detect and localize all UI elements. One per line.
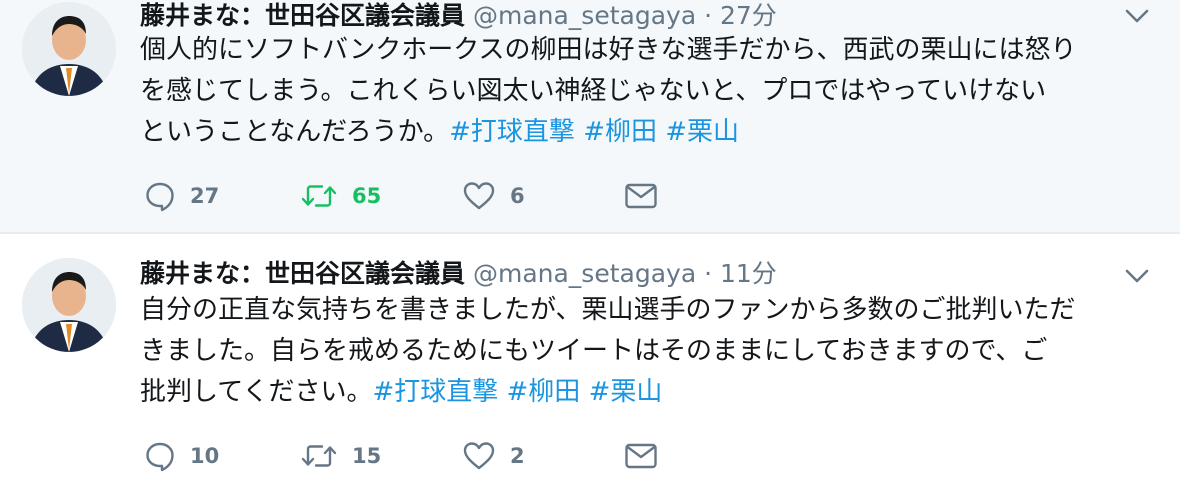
like-icon [462, 180, 496, 212]
tweet-text-line: 個人的にソフトバンクホークスの柳田は好きな選手だから、西武の栗山には怒り [140, 35, 1077, 65]
like-count: 6 [510, 184, 525, 208]
dm-icon [624, 182, 658, 210]
like-button[interactable]: 6 [462, 176, 525, 216]
hashtag-link[interactable]: #柳田 [583, 117, 657, 147]
like-icon [462, 440, 496, 472]
hashtag-link[interactable]: #栗山 [589, 377, 663, 407]
dm-button[interactable] [624, 436, 658, 476]
author-handle[interactable]: @mana_setagaya [473, 1, 696, 30]
timestamp[interactable]: 27分 [720, 1, 777, 30]
tweet-text-line: 自分の正直な気持ちを書きましたが、栗山選手のファンから多数のご批判いただ [140, 295, 1076, 325]
chevron-down-icon[interactable] [1124, 266, 1150, 286]
author-name[interactable]: 藤井まな：世田谷区議会議員 [140, 259, 465, 288]
timestamp[interactable]: 11分 [720, 259, 777, 288]
action-bar: 10 15 2 [140, 436, 700, 476]
tweet-text: 自分の正直な気持ちを書きましたが、栗山選手のファンから多数のご批判いただ きまし… [140, 290, 1150, 413]
reply-button[interactable]: 10 [144, 436, 219, 476]
retweet-count: 15 [352, 444, 382, 468]
avatar[interactable] [22, 2, 116, 96]
hashtag-link[interactable]: #柳田 [507, 377, 581, 407]
tweet-text-line: きました。自らを戒めるためにもツイートはそのままにしておきますので、ご [140, 336, 1048, 366]
tweet-text-line: を感じてしまう。これくらい図太い神経じゃないと、プロではやっていけない [140, 76, 1047, 106]
tweet-text-last: ということなんだろうか。 [140, 117, 450, 147]
hashtag-link[interactable]: #打球直撃 [372, 377, 498, 407]
chevron-down-icon[interactable] [1124, 6, 1150, 26]
hashtag-link[interactable]: #栗山 [665, 117, 739, 147]
dm-button[interactable] [624, 176, 658, 216]
hashtag-link[interactable]: #打球直撃 [449, 117, 575, 147]
retweet-icon [300, 440, 338, 472]
tweet-text-last: 批判してください。 [140, 377, 373, 407]
dm-icon [624, 442, 658, 470]
separator-dot: · [704, 1, 713, 30]
tweet-text-line: 批判してください。#打球直撃 #柳田 #栗山 [140, 372, 1150, 413]
like-count: 2 [510, 444, 525, 468]
avatar[interactable] [22, 258, 116, 352]
tweet-header: 藤井まな：世田谷区議会議員 @mana_setagaya · 11分 [140, 256, 777, 292]
reply-count: 27 [190, 184, 220, 208]
avatar-photo [22, 2, 116, 96]
tweet-text-line: ということなんだろうか。#打球直撃 #柳田 #栗山 [140, 112, 1150, 153]
retweet-button[interactable]: 65 [300, 176, 381, 216]
reply-count: 10 [190, 444, 220, 468]
reply-button[interactable]: 27 [144, 176, 219, 216]
retweet-icon [300, 180, 338, 212]
author-handle[interactable]: @mana_setagaya [473, 259, 696, 288]
tweet-header: 藤井まな：世田谷区議会議員 @mana_setagaya · 27分 [140, 0, 777, 34]
retweet-button[interactable]: 15 [300, 436, 381, 476]
like-button[interactable]: 2 [462, 436, 525, 476]
tweet-text: 個人的にソフトバンクホークスの柳田は好きな選手だから、西武の栗山には怒り を感じ… [140, 30, 1150, 153]
tweet-1[interactable]: 藤井まな：世田谷区議会議員 @mana_setagaya · 27分 個人的にソ… [0, 0, 1180, 232]
action-bar: 27 65 6 [140, 176, 700, 216]
avatar-photo [22, 258, 116, 352]
reply-icon [144, 180, 176, 212]
retweet-count: 65 [352, 184, 382, 208]
reply-icon [144, 440, 176, 472]
separator-dot: · [704, 259, 713, 288]
author-name[interactable]: 藤井まな：世田谷区議会議員 [140, 1, 465, 30]
